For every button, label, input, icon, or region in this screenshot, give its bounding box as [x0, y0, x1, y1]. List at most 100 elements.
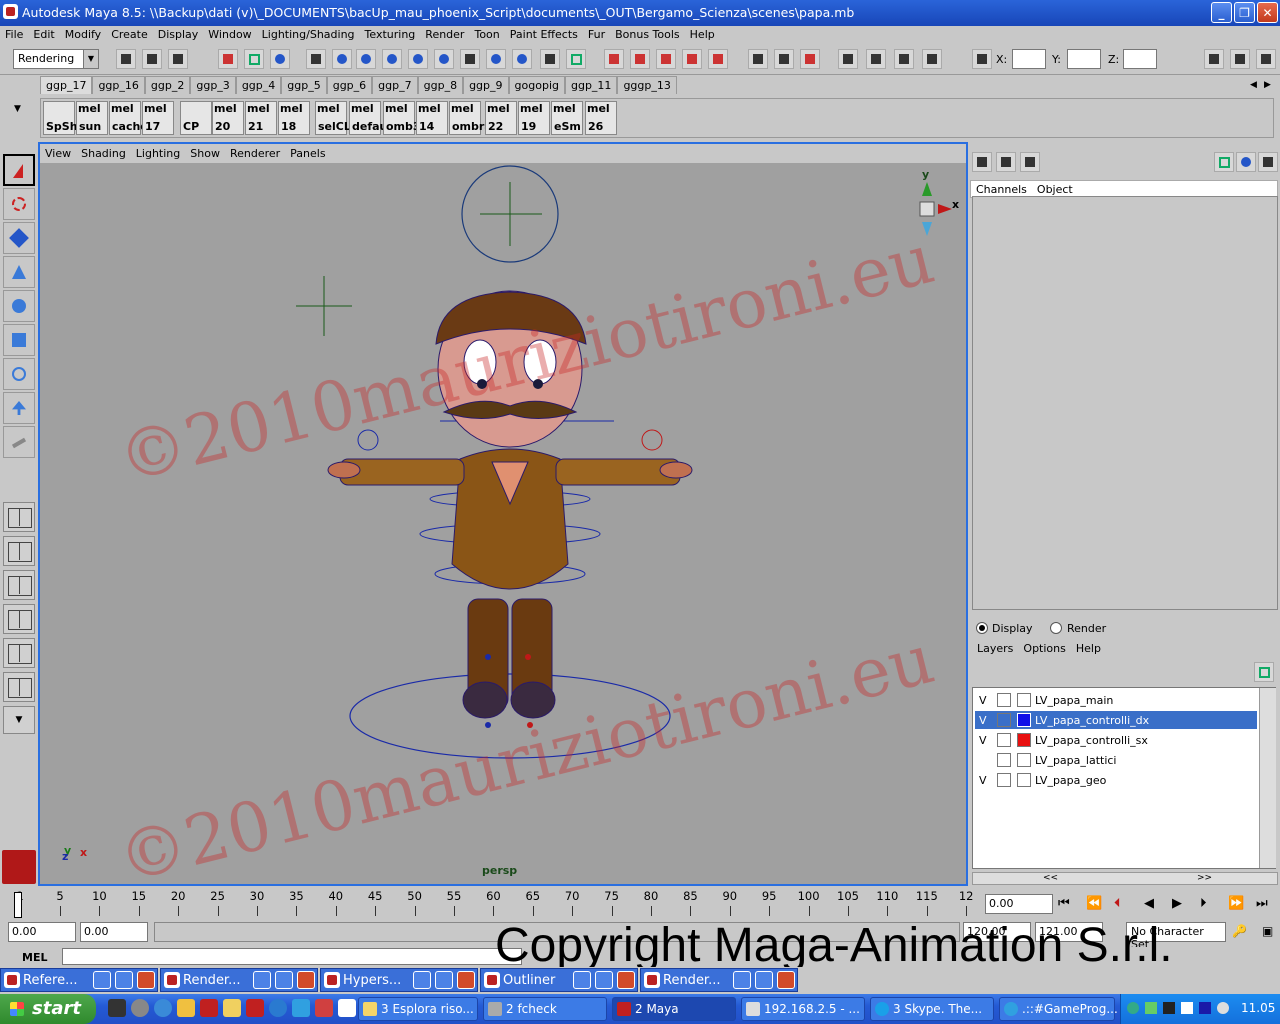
layout-outliner-icon[interactable]: [3, 570, 35, 600]
tray-messenger-icon[interactable]: [1145, 1002, 1157, 1014]
menu-file[interactable]: File: [0, 26, 28, 41]
minimized-window[interactable]: Hypers...: [320, 968, 478, 992]
y-field[interactable]: [1067, 49, 1101, 69]
quicklaunch-maya2-icon[interactable]: [246, 999, 264, 1017]
render-mask-icon[interactable]: [486, 49, 506, 69]
minimized-window[interactable]: Outliner: [480, 968, 638, 992]
step-forward-key-icon[interactable]: ⏩: [1228, 896, 1244, 911]
highlight-selection-icon[interactable]: [566, 49, 586, 69]
time-slider[interactable]: 1510152025303540455055606570758085909510…: [10, 888, 974, 918]
maya-app-icon[interactable]: [3, 4, 18, 19]
snap-view-plane-icon[interactable]: [682, 49, 702, 69]
display-radio[interactable]: [976, 622, 988, 634]
taskbar-item[interactable]: 3 Esplora riso...: [358, 997, 478, 1021]
shelf-tab[interactable]: ggp_4: [235, 76, 282, 94]
taskbar-item[interactable]: 192.168.2.5 - ...: [741, 997, 865, 1021]
rotate-tool-icon[interactable]: [3, 290, 35, 322]
layout-more-icon[interactable]: ▼: [3, 706, 35, 734]
x-field[interactable]: [1012, 49, 1046, 69]
layer-row[interactable]: V LV_papa_main: [975, 691, 1257, 709]
go-to-start-icon[interactable]: ⏮: [1058, 896, 1070, 911]
select-tool-icon[interactable]: [3, 154, 35, 186]
mask-icon[interactable]: [306, 49, 326, 69]
menu-edit[interactable]: Edit: [28, 26, 59, 41]
minimized-window[interactable]: Render...: [160, 968, 318, 992]
viewport-menu-shading[interactable]: Shading: [76, 144, 131, 160]
attribute-editor-icon[interactable]: [1204, 49, 1224, 69]
shelf-tab[interactable]: ggp_17: [40, 76, 93, 94]
paint-select-tool-icon[interactable]: [3, 222, 35, 254]
construction-history-icon[interactable]: [800, 49, 820, 69]
shelf-tab[interactable]: ggp_3: [190, 76, 236, 94]
tool-icon[interactable]: [1258, 152, 1278, 172]
shelf-tab[interactable]: ggp_2: [144, 76, 191, 94]
tray-network-icon[interactable]: [1127, 1002, 1139, 1014]
select-object-icon[interactable]: [244, 49, 264, 69]
layer-template-toggle[interactable]: [997, 713, 1011, 727]
go-to-end-icon[interactable]: ⏭: [1256, 896, 1268, 911]
taskbar-item[interactable]: 2 Maya: [612, 997, 736, 1021]
shelf-button[interactable]: mel 18: [278, 101, 310, 135]
lock-selection-icon[interactable]: [540, 49, 560, 69]
viewport-menu-view[interactable]: View: [40, 144, 76, 160]
select-hierarchy-icon[interactable]: [218, 49, 238, 69]
new-layer-icon[interactable]: [1254, 662, 1274, 682]
play-forwards-icon[interactable]: ▶: [1172, 896, 1182, 911]
shelf-tab[interactable]: ggp_9: [463, 76, 509, 94]
soft-modification-icon[interactable]: [3, 392, 35, 424]
start-button[interactable]: start: [0, 994, 96, 1024]
layout-graph-icon[interactable]: [3, 604, 35, 634]
open-scene-icon[interactable]: [142, 49, 162, 69]
quicklaunch-media-icon[interactable]: [131, 999, 149, 1017]
step-forward-frame-icon[interactable]: ⏵: [1200, 896, 1207, 911]
object-menu[interactable]: Object: [1032, 181, 1078, 196]
snap-point-icon[interactable]: [656, 49, 676, 69]
shelf-button[interactable]: SpSh: [43, 101, 78, 135]
layout-single-icon[interactable]: [3, 502, 35, 532]
menu-render[interactable]: Render: [420, 26, 469, 41]
shelf-button[interactable]: mel 22: [485, 101, 517, 135]
input-connections-icon[interactable]: [748, 49, 768, 69]
animation-start-field[interactable]: 0.00: [8, 922, 76, 942]
shelf-menu-icon[interactable]: ▼: [14, 104, 34, 114]
quicklaunch-ie2-icon[interactable]: [292, 999, 310, 1017]
layer-template-toggle[interactable]: [997, 693, 1011, 707]
move-tool-icon[interactable]: [3, 256, 35, 288]
layer-row[interactable]: LV_papa_lattici: [975, 751, 1257, 769]
tray-media-icon[interactable]: [1199, 1002, 1211, 1014]
tool-settings-icon[interactable]: [1230, 49, 1250, 69]
channel-layer-toggle-icon[interactable]: [996, 152, 1016, 172]
tray-volume-icon[interactable]: [1181, 1002, 1193, 1014]
viewport-menu-panels[interactable]: Panels: [285, 144, 330, 160]
layer-template-toggle[interactable]: [997, 733, 1011, 747]
maximize-button[interactable]: ❐: [1234, 2, 1255, 23]
menu-paint-effects[interactable]: Paint Effects: [505, 26, 583, 41]
viewport-menu-renderer[interactable]: Renderer: [225, 144, 285, 160]
shelf-button[interactable]: mel 14: [416, 101, 448, 135]
layer-row[interactable]: V LV_papa_geo: [975, 771, 1257, 789]
menu-create[interactable]: Create: [106, 26, 153, 41]
new-scene-icon[interactable]: [116, 49, 136, 69]
absolute-transform-icon[interactable]: [972, 49, 992, 69]
shelf-button[interactable]: mel 21: [245, 101, 277, 135]
shelf-button[interactable]: CP: [180, 101, 212, 135]
layout-four-icon[interactable]: [3, 536, 35, 566]
channel-box-icon[interactable]: [1256, 49, 1276, 69]
viewport-menu-lighting[interactable]: Lighting: [131, 144, 185, 160]
command-input[interactable]: [62, 948, 522, 965]
layout-hypergraph-icon[interactable]: [3, 672, 35, 702]
layer-color-swatch[interactable]: [1017, 733, 1031, 747]
menu-modify[interactable]: Modify: [60, 26, 106, 41]
quicklaunch-ie-icon[interactable]: [154, 999, 172, 1017]
playback-start-field[interactable]: 0.00: [80, 922, 148, 942]
taskbar-item[interactable]: .::#GameProg...: [999, 997, 1118, 1021]
quicklaunch-maya-icon[interactable]: [200, 999, 218, 1017]
shelf-tab[interactable]: ggp_16: [92, 76, 145, 94]
render-radio[interactable]: [1050, 622, 1062, 634]
horizontal-scrollbar[interactable]: << >>: [972, 872, 1278, 885]
quicklaunch-app-icon[interactable]: [315, 999, 333, 1017]
snap-grid-icon[interactable]: [604, 49, 624, 69]
layer-editor-toggle-icon[interactable]: [1020, 152, 1040, 172]
layers-menu[interactable]: Layers: [972, 640, 1018, 655]
perspective-viewport[interactable]: y x y z x persp: [38, 142, 968, 886]
